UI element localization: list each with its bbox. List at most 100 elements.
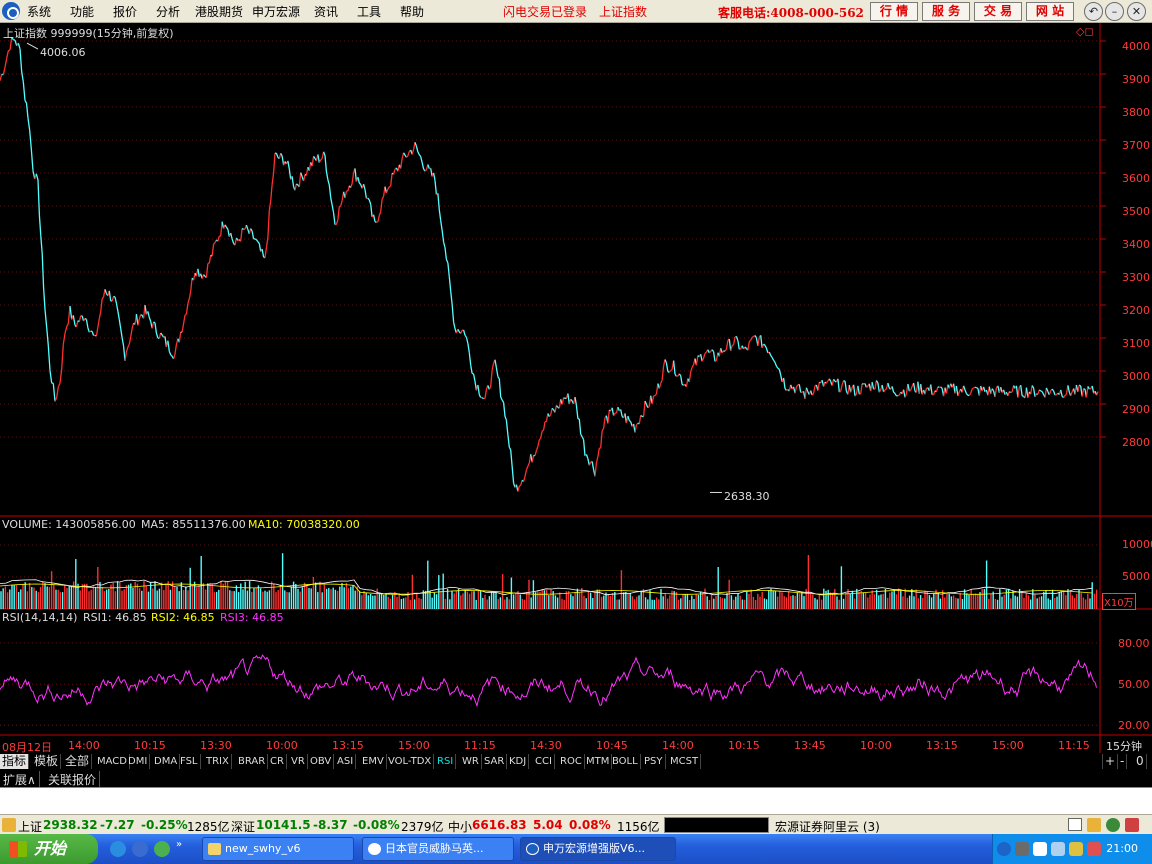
tab-asi[interactable]: ASI bbox=[335, 754, 357, 769]
lock-icon[interactable] bbox=[2, 818, 16, 832]
tray-security-icon[interactable] bbox=[1087, 842, 1101, 856]
price-candle bbox=[488, 386, 492, 390]
tray-audio-icon[interactable] bbox=[1015, 842, 1029, 856]
ie-icon[interactable] bbox=[110, 841, 126, 857]
price-candle bbox=[118, 319, 122, 329]
tab-obv[interactable]: OBV bbox=[308, 754, 335, 769]
tab-brar[interactable]: BRAR bbox=[236, 754, 269, 769]
alert-icon[interactable] bbox=[1125, 818, 1139, 832]
zoom-in-button[interactable]: + bbox=[1102, 754, 1119, 769]
tab-template[interactable]: 模板 bbox=[32, 754, 62, 769]
period-selector[interactable]: 15分钟 bbox=[1106, 738, 1142, 754]
start-button[interactable]: 开始 bbox=[0, 834, 98, 864]
quick-launch-icon[interactable] bbox=[132, 841, 148, 857]
tray-shield-icon[interactable] bbox=[1051, 842, 1065, 856]
price-candle bbox=[367, 197, 370, 201]
price-candle bbox=[205, 263, 209, 278]
hotline-text: 客服电话:4008-000-562 bbox=[718, 6, 864, 20]
tab-mtm[interactable]: MTM bbox=[584, 754, 613, 769]
tab-mcst[interactable]: MCST bbox=[668, 754, 702, 769]
service-button[interactable]: 服 务 bbox=[922, 2, 970, 21]
menu-swhy[interactable]: 申万宏源 bbox=[252, 3, 300, 20]
tab-cr[interactable]: CR bbox=[268, 754, 287, 769]
tray-app-icon[interactable] bbox=[1033, 842, 1047, 856]
tab-fsl[interactable]: FSL bbox=[178, 754, 201, 769]
tab-sar[interactable]: SAR bbox=[482, 754, 508, 769]
menu-function[interactable]: 功能 bbox=[70, 3, 94, 20]
rsi2-label: RSI2: 46.85 bbox=[151, 611, 215, 624]
zoom-out-button[interactable]: - bbox=[1118, 754, 1128, 769]
tab-rsi[interactable]: RSI bbox=[435, 754, 457, 769]
menu-hk-futures[interactable]: 港股期货 bbox=[195, 3, 243, 20]
tab-cci[interactable]: CCI bbox=[533, 754, 555, 769]
tab-vol-tdx[interactable]: VOL-TDX bbox=[386, 754, 435, 769]
tray-back-icon[interactable] bbox=[997, 842, 1011, 856]
task-swhy[interactable]: 申万宏源增强版V6... bbox=[520, 837, 676, 861]
task-folder[interactable]: new_swhy_v6 bbox=[202, 837, 354, 861]
price-candle bbox=[582, 439, 586, 456]
close-icon[interactable]: ✕ bbox=[1127, 2, 1146, 21]
current-index-label[interactable]: 上证指数 bbox=[599, 3, 647, 20]
tray-network-icon[interactable] bbox=[1069, 842, 1083, 856]
price-candle bbox=[658, 383, 662, 389]
panel-toggle-icon[interactable]: ◇◻ bbox=[1076, 25, 1094, 38]
indicator-tabs: 指标 模板 全部 MACD DMI DMA FSL TRIX BRAR CR V… bbox=[0, 753, 1152, 770]
related-quote-button[interactable]: 关联报价 bbox=[45, 771, 101, 788]
window-icon[interactable] bbox=[1068, 818, 1082, 831]
trade-button[interactable]: 交 易 bbox=[974, 2, 1022, 21]
sz-index-name[interactable]: 深证 bbox=[231, 818, 255, 835]
sh-index-name[interactable]: 上证 bbox=[18, 818, 42, 835]
price-candle bbox=[567, 393, 570, 405]
kline-chart[interactable] bbox=[0, 23, 1152, 756]
tab-boll[interactable]: BOLL bbox=[610, 754, 641, 769]
price-candle bbox=[1038, 389, 1042, 392]
price-candle bbox=[362, 183, 366, 190]
more-chevron-icon[interactable]: » bbox=[176, 839, 186, 850]
x-tick: 11:15 bbox=[1058, 739, 1090, 752]
chart-area[interactable]: 上证指数 999999(15分钟,前复权) ◇◻ 4006.06 2638.30… bbox=[0, 23, 1152, 756]
tab-emv[interactable]: EMV bbox=[360, 754, 387, 769]
browser-icon[interactable] bbox=[154, 841, 170, 857]
price-candle bbox=[190, 278, 193, 292]
tab-indicator[interactable]: 指标 bbox=[0, 754, 30, 769]
price-candle bbox=[519, 484, 521, 487]
lock-small-icon[interactable] bbox=[1087, 818, 1101, 832]
price-candle bbox=[21, 71, 24, 82]
market-button[interactable]: 行 情 bbox=[870, 2, 918, 21]
menu-help[interactable]: 帮助 bbox=[400, 3, 424, 20]
minimize-icon[interactable]: – bbox=[1105, 2, 1124, 21]
zx-index-name[interactable]: 中小 bbox=[448, 818, 472, 835]
back-icon[interactable]: ↶ bbox=[1084, 2, 1103, 21]
broker-server-label[interactable]: 宏源证券阿里云 (3) bbox=[775, 818, 880, 835]
menu-system[interactable]: 系统 bbox=[27, 3, 51, 20]
price-candle bbox=[481, 397, 485, 400]
tab-roc[interactable]: ROC bbox=[558, 754, 585, 769]
menu-quote[interactable]: 报价 bbox=[113, 3, 137, 20]
app-logo-icon[interactable] bbox=[2, 2, 20, 20]
tab-kdj[interactable]: KDJ bbox=[507, 754, 530, 769]
tab-trix[interactable]: TRIX bbox=[204, 754, 232, 769]
task-browser[interactable]: 日本官员威胁马英... bbox=[362, 837, 514, 861]
price-candle bbox=[137, 318, 140, 326]
price-candle bbox=[542, 421, 546, 431]
tab-psy[interactable]: PSY bbox=[642, 754, 666, 769]
tab-all[interactable]: 全部 bbox=[63, 754, 93, 769]
x-tick: 14:30 bbox=[530, 739, 562, 752]
menu-info[interactable]: 资讯 bbox=[314, 3, 338, 20]
menu-analysis[interactable]: 分析 bbox=[156, 3, 180, 20]
tab-macd[interactable]: MACD bbox=[95, 754, 130, 769]
tab-vr[interactable]: VR bbox=[289, 754, 308, 769]
rsi1-label: RSI1: 46.85 bbox=[83, 611, 147, 624]
website-button[interactable]: 网 站 bbox=[1026, 2, 1074, 21]
zoom-reset-button[interactable]: 0 bbox=[1134, 754, 1147, 769]
tab-wr[interactable]: WR bbox=[460, 754, 482, 769]
price-tick: 3400 bbox=[1122, 238, 1150, 251]
price-candle bbox=[510, 449, 513, 466]
high-price-label: 4006.06 bbox=[40, 46, 86, 59]
tab-dmi[interactable]: DMI bbox=[126, 754, 151, 769]
tab-dma[interactable]: DMA bbox=[152, 754, 181, 769]
price-candle bbox=[245, 224, 249, 230]
menu-tools[interactable]: 工具 bbox=[357, 3, 381, 20]
expand-button[interactable]: 扩展∧ bbox=[0, 771, 40, 788]
wifi-icon[interactable] bbox=[1106, 818, 1120, 832]
